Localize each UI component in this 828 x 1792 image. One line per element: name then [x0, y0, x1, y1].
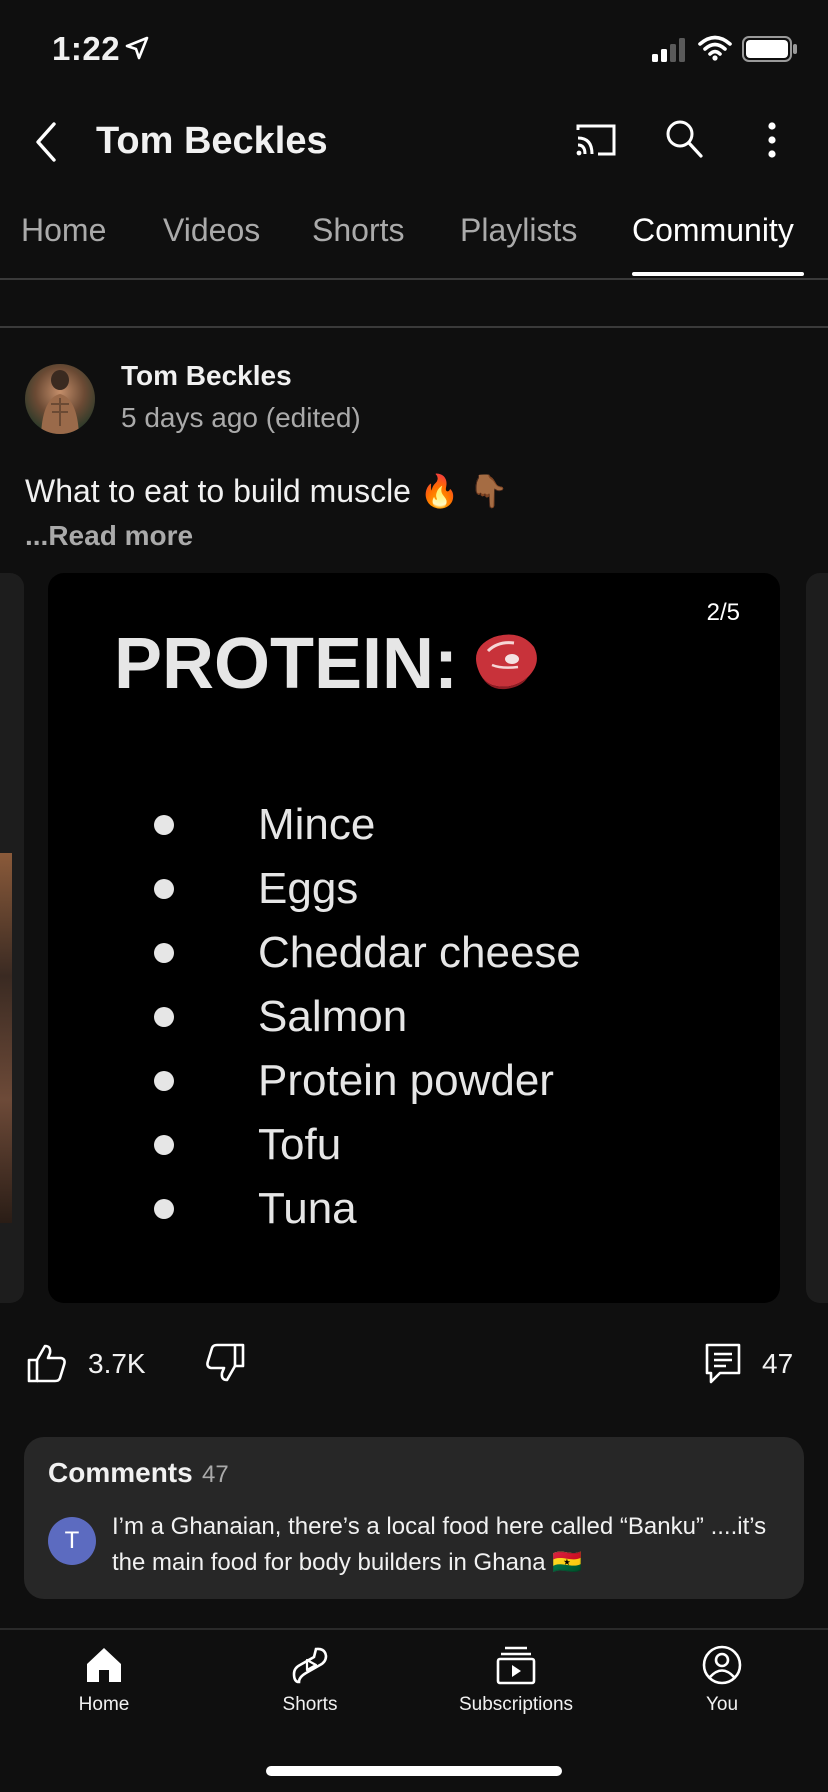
screen: 1:22 Tom Beckles Home Videos Shorts Play… [0, 0, 828, 1792]
post-author-name[interactable]: Tom Beckles [121, 360, 292, 392]
post-image-slide[interactable]: 2/5 PROTEIN: Mince Eggs Cheddar cheese S… [48, 573, 780, 1303]
active-tab-indicator [632, 272, 804, 276]
cast-icon[interactable] [574, 120, 618, 165]
tab-shorts[interactable]: Shorts [312, 212, 404, 249]
commenter-avatar: T [48, 1517, 96, 1565]
previous-post-remnant [0, 278, 828, 328]
comments-title: Comments [48, 1457, 193, 1488]
nav-shorts-label: Shorts [282, 1694, 338, 1715]
thumbs-up-icon[interactable] [26, 1342, 68, 1389]
nav-subscriptions[interactable]: Subscriptions [416, 1644, 616, 1716]
slide-heading: PROTEIN: [114, 624, 459, 704]
nav-you-label: You [705, 1694, 739, 1715]
more-options-icon[interactable] [760, 120, 784, 165]
comment-count: 47 [762, 1348, 794, 1379]
list-item: Mince [140, 793, 581, 857]
comment-icon[interactable] [704, 1342, 742, 1391]
tab-playlists[interactable]: Playlists [460, 212, 577, 249]
location-arrow-icon [124, 35, 150, 66]
status-bar: 1:22 [0, 0, 828, 100]
wifi-icon [698, 35, 732, 66]
nav-subscriptions-label: Subscriptions [458, 1694, 574, 1715]
channel-header: Tom Beckles [0, 100, 828, 185]
slide-counter: 2/5 [706, 599, 740, 626]
back-arrow-icon[interactable] [30, 120, 64, 169]
tab-community[interactable]: Community [632, 212, 794, 249]
thumbs-down-icon[interactable] [204, 1342, 246, 1389]
account-icon [702, 1645, 742, 1685]
comments-count: 47 [202, 1461, 229, 1488]
tab-videos[interactable]: Videos [163, 212, 260, 249]
steak-icon [468, 629, 542, 698]
post-timestamp: 5 days ago (edited) [121, 402, 361, 433]
shorts-icon [292, 1647, 328, 1684]
status-time: 1:22 [52, 30, 121, 67]
nav-home-label: Home [78, 1694, 130, 1715]
search-icon[interactable] [664, 118, 704, 165]
home-indicator[interactable] [266, 1766, 562, 1776]
list-item: Tofu [140, 1113, 581, 1177]
top-comment-text: I’m a Ghanaian, there’s a local food her… [112, 1513, 767, 1576]
home-icon [87, 1648, 121, 1682]
previous-slide-peek[interactable] [0, 573, 24, 1303]
subscriptions-icon [496, 1646, 536, 1685]
author-avatar[interactable] [25, 364, 95, 434]
tab-home[interactable]: Home [21, 212, 106, 249]
list-item: Protein powder [140, 1049, 581, 1113]
list-item: Cheddar cheese [140, 921, 581, 985]
list-item: Eggs [140, 857, 581, 921]
list-item: Salmon [140, 985, 581, 1049]
like-count: 3.7K [88, 1348, 146, 1379]
next-slide-peek[interactable] [806, 573, 828, 1303]
nav-home[interactable]: Home [4, 1644, 204, 1716]
battery-icon [742, 36, 798, 67]
list-item: Tuna [140, 1177, 581, 1241]
read-more-link[interactable]: ...Read more [25, 520, 193, 552]
post-text: What to eat to build muscle 🔥 👇🏾 [25, 473, 509, 509]
comments-preview-card[interactable]: Comments 47 T I’m a Ghanaian, there’s a … [24, 1437, 804, 1599]
cellular-signal-icon [652, 38, 688, 67]
channel-title: Tom Beckles [96, 120, 328, 162]
nav-you[interactable]: You [622, 1644, 822, 1716]
protein-list: Mince Eggs Cheddar cheese Salmon Protein… [140, 793, 581, 1241]
nav-shorts[interactable]: Shorts [210, 1644, 410, 1716]
channel-tabs: Home Videos Shorts Playlists Community [0, 190, 828, 280]
